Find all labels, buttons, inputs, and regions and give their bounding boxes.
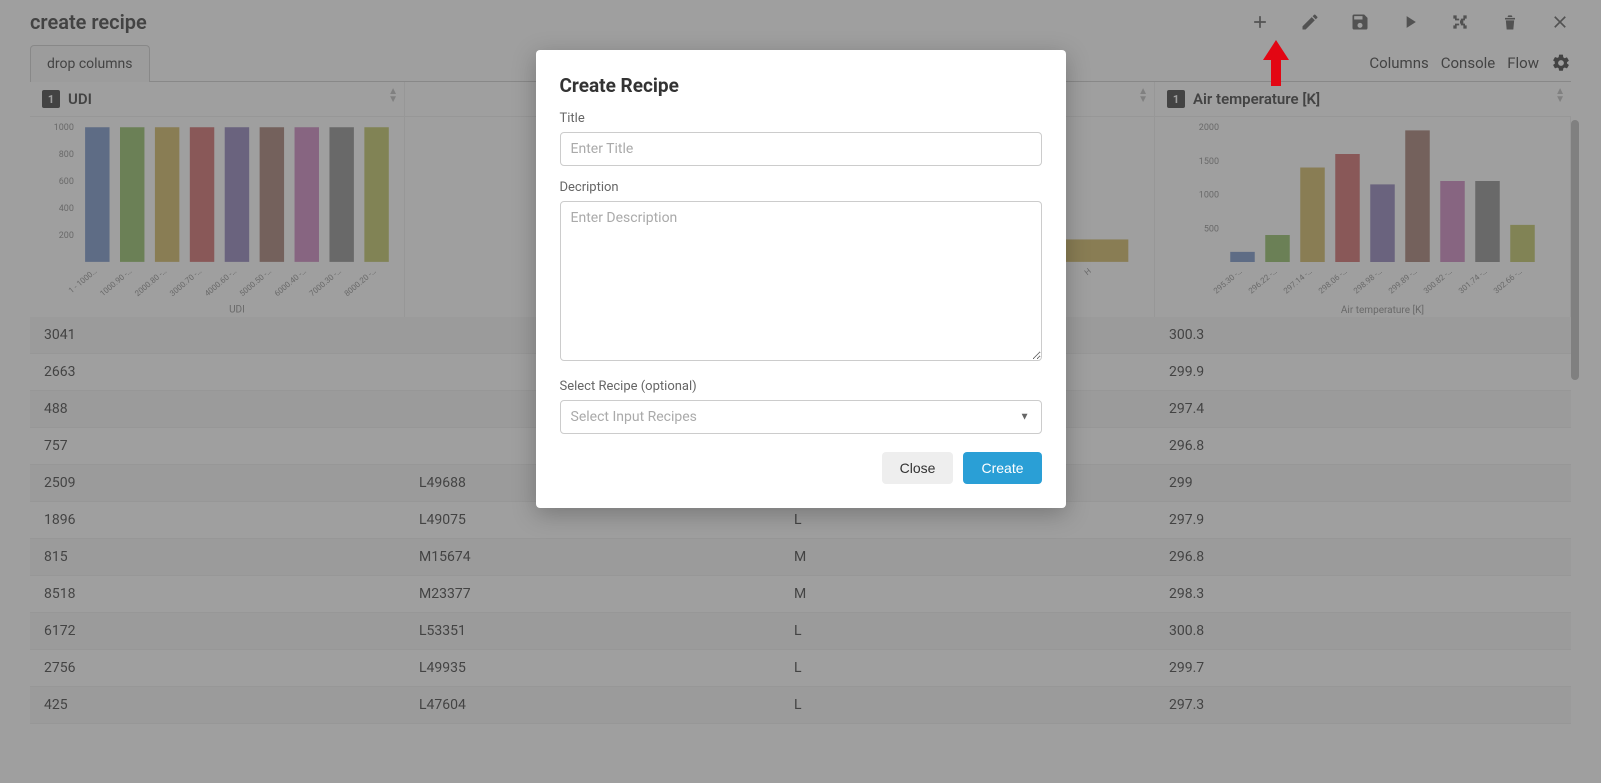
select-recipe-label: Select Recipe (optional) xyxy=(560,379,1042,394)
description-input[interactable] xyxy=(560,201,1042,361)
create-recipe-modal: Create Recipe Title Decription Select Re… xyxy=(536,50,1066,508)
modal-title: Create Recipe xyxy=(560,74,1042,97)
close-button[interactable]: Close xyxy=(882,452,954,484)
title-label: Title xyxy=(560,111,1042,126)
create-button[interactable]: Create xyxy=(963,452,1041,484)
description-label: Decription xyxy=(560,180,1042,195)
select-recipe-dropdown[interactable]: Select Input Recipes xyxy=(560,400,1042,434)
annotation-arrow xyxy=(1261,40,1291,86)
title-input[interactable] xyxy=(560,132,1042,166)
chevron-down-icon: ▼ xyxy=(1020,412,1030,423)
